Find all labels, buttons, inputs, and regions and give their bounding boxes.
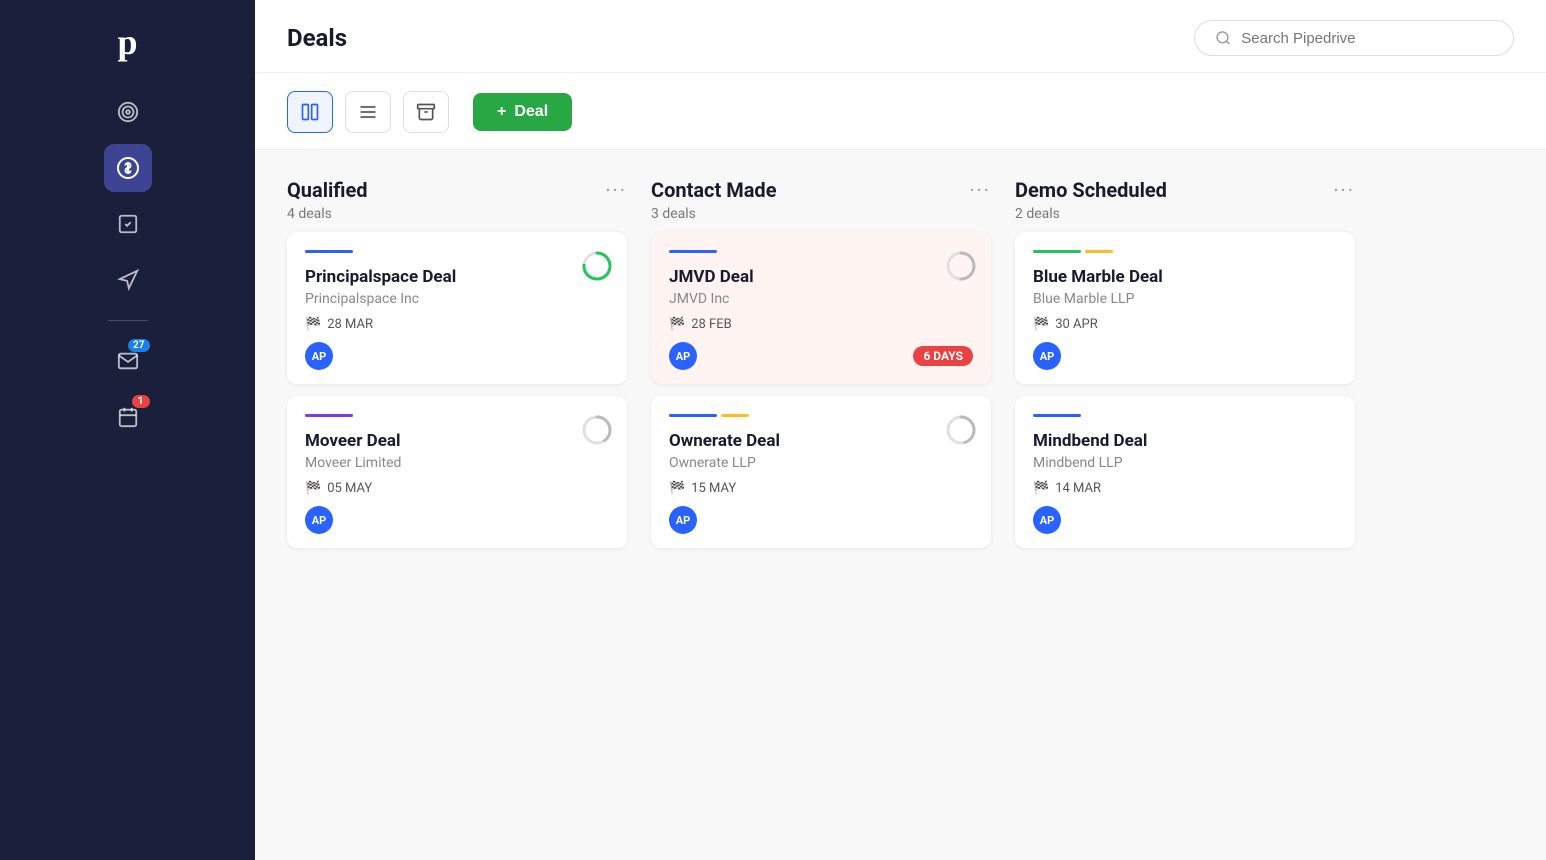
list-icon bbox=[358, 102, 378, 122]
card-title: JMVD Deal bbox=[669, 267, 973, 287]
card-company: Mindbend LLP bbox=[1033, 455, 1337, 471]
card-avatar: AP bbox=[669, 342, 697, 370]
date-text: 28 MAR bbox=[327, 317, 373, 332]
search-input[interactable] bbox=[1241, 30, 1493, 47]
card-color-bar bbox=[669, 250, 717, 253]
sidebar-item-mail[interactable]: 27 bbox=[104, 337, 152, 385]
card-title: Mindbend Deal bbox=[1033, 431, 1337, 451]
card-date: 🏁 28 FEB bbox=[669, 317, 973, 332]
calendar-badge: 1 bbox=[132, 395, 150, 408]
column-menu-demo-scheduled[interactable]: ··· bbox=[1333, 178, 1355, 202]
card-title: Blue Marble Deal bbox=[1033, 267, 1337, 287]
sidebar-item-deals[interactable]: $ bbox=[104, 144, 152, 192]
card-color-bar-green bbox=[1033, 250, 1081, 253]
card-color-bar-yellow bbox=[1085, 250, 1113, 253]
column-title-demo-scheduled: Demo Scheduled bbox=[1015, 178, 1167, 202]
kanban-view-button[interactable] bbox=[287, 91, 333, 133]
sidebar-divider bbox=[108, 320, 148, 321]
column-header-qualified: Qualified ··· 4 deals bbox=[287, 166, 627, 232]
card-date: 🏁 14 MAR bbox=[1033, 481, 1337, 496]
card-color-bar-blue bbox=[669, 414, 717, 417]
card-company: Principalspace Inc bbox=[305, 291, 609, 307]
flag-icon: 🏁 bbox=[305, 481, 321, 496]
flag-icon: 🏁 bbox=[305, 317, 321, 332]
card-ownerate[interactable]: Ownerate Deal Ownerate LLP 🏁 15 MAY AP bbox=[651, 396, 991, 548]
search-bar[interactable] bbox=[1194, 20, 1514, 56]
list-view-button[interactable] bbox=[345, 91, 391, 133]
card-avatar: AP bbox=[1033, 506, 1061, 534]
add-deal-label: Deal bbox=[514, 103, 548, 121]
header: Deals bbox=[255, 0, 1546, 73]
mail-badge: 27 bbox=[128, 339, 149, 352]
card-blue-marble[interactable]: Blue Marble Deal Blue Marble LLP 🏁 30 AP… bbox=[1015, 232, 1355, 384]
column-count-demo-scheduled: 2 deals bbox=[1015, 206, 1355, 222]
add-deal-button[interactable]: + Deal bbox=[473, 93, 572, 131]
archive-icon bbox=[416, 102, 436, 122]
column-title-contact-made: Contact Made bbox=[651, 178, 777, 202]
card-avatar: AP bbox=[1033, 342, 1061, 370]
logo-text: p bbox=[117, 21, 137, 63]
column-count-qualified: 4 deals bbox=[287, 206, 627, 222]
date-text: 28 FEB bbox=[691, 317, 732, 332]
card-date: 🏁 30 APR bbox=[1033, 317, 1337, 332]
kanban-icon bbox=[300, 102, 320, 122]
kanban-board: Qualified ··· 4 deals Principalspace Dea… bbox=[255, 149, 1546, 860]
column-contact-made: Contact Made ··· 3 deals JMVD Deal JMVD … bbox=[651, 166, 991, 844]
card-progress-ring bbox=[945, 414, 977, 450]
flag-icon: 🏁 bbox=[1033, 317, 1049, 332]
card-avatar: AP bbox=[669, 506, 697, 534]
card-color-bar bbox=[305, 250, 353, 253]
overdue-badge: 6 DAYS bbox=[913, 346, 973, 366]
card-company: JMVD Inc bbox=[669, 291, 973, 307]
page-title: Deals bbox=[287, 24, 347, 52]
column-menu-contact-made[interactable]: ··· bbox=[969, 178, 991, 202]
column-menu-qualified[interactable]: ··· bbox=[605, 178, 627, 202]
card-color-bar-yellow bbox=[721, 414, 749, 417]
card-color-bar bbox=[305, 414, 353, 417]
sidebar-item-target[interactable] bbox=[104, 88, 152, 136]
column-header-contact-made: Contact Made ··· 3 deals bbox=[651, 166, 991, 232]
card-date: 🏁 15 MAY bbox=[669, 481, 973, 496]
card-avatar: AP bbox=[305, 342, 333, 370]
column-count-contact-made: 3 deals bbox=[651, 206, 991, 222]
card-progress-ring bbox=[945, 250, 977, 286]
sidebar-item-campaigns[interactable] bbox=[104, 256, 152, 304]
sidebar: p $ 27 bbox=[0, 0, 255, 860]
sidebar-item-tasks[interactable] bbox=[104, 200, 152, 248]
add-deal-icon: + bbox=[497, 103, 506, 121]
card-title: Ownerate Deal bbox=[669, 431, 973, 451]
card-moveer[interactable]: Moveer Deal Moveer Limited 🏁 05 MAY AP bbox=[287, 396, 627, 548]
card-color-bar bbox=[1033, 414, 1081, 417]
card-mindbend[interactable]: Mindbend Deal Mindbend LLP 🏁 14 MAR AP bbox=[1015, 396, 1355, 548]
flag-icon: 🏁 bbox=[669, 317, 685, 332]
card-date: 🏁 05 MAY bbox=[305, 481, 609, 496]
column-header-demo-scheduled: Demo Scheduled ··· 2 deals bbox=[1015, 166, 1355, 232]
column-demo-scheduled: Demo Scheduled ··· 2 deals Blue Marble D… bbox=[1015, 166, 1355, 844]
card-avatar: AP bbox=[305, 506, 333, 534]
main-content: Deals bbox=[255, 0, 1546, 860]
card-company: Ownerate LLP bbox=[669, 455, 973, 471]
date-text: 30 APR bbox=[1055, 317, 1098, 332]
archive-view-button[interactable] bbox=[403, 91, 449, 133]
search-icon bbox=[1215, 29, 1231, 47]
card-title: Principalspace Deal bbox=[305, 267, 609, 287]
date-text: 05 MAY bbox=[327, 481, 372, 496]
card-company: Blue Marble LLP bbox=[1033, 291, 1337, 307]
sidebar-item-calendar[interactable]: 1 bbox=[104, 393, 152, 441]
flag-icon: 🏁 bbox=[669, 481, 685, 496]
card-progress-ring bbox=[581, 414, 613, 450]
card-company: Moveer Limited bbox=[305, 455, 609, 471]
column-qualified: Qualified ··· 4 deals Principalspace Dea… bbox=[287, 166, 627, 844]
flag-icon: 🏁 bbox=[1033, 481, 1049, 496]
column-title-qualified: Qualified bbox=[287, 178, 368, 202]
card-date: 🏁 28 MAR bbox=[305, 317, 609, 332]
card-progress-ring bbox=[581, 250, 613, 286]
date-text: 14 MAR bbox=[1055, 481, 1101, 496]
card-principalspace[interactable]: Principalspace Deal Principalspace Inc 🏁… bbox=[287, 232, 627, 384]
sidebar-logo: p bbox=[106, 20, 150, 64]
date-text: 15 MAY bbox=[691, 481, 736, 496]
toolbar: + Deal bbox=[255, 73, 1546, 149]
card-jmvd[interactable]: JMVD Deal JMVD Inc 🏁 28 FEB AP 6 DAYS bbox=[651, 232, 991, 384]
card-title: Moveer Deal bbox=[305, 431, 609, 451]
